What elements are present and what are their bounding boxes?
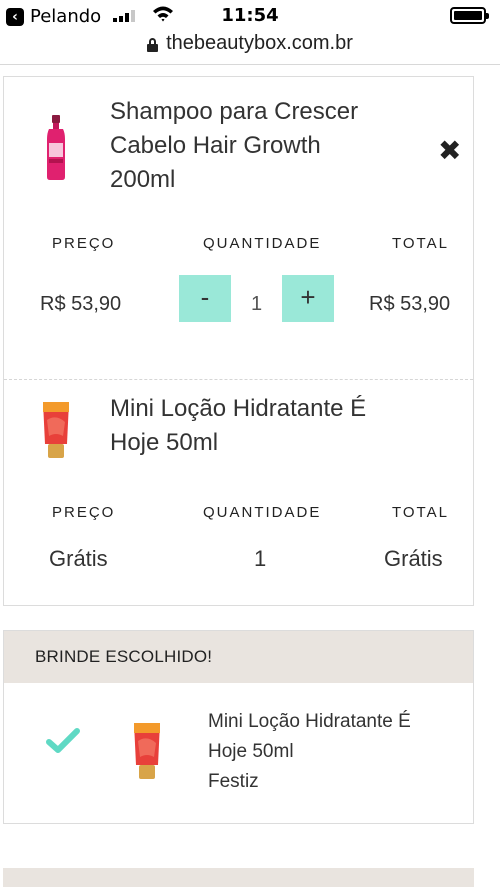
gift-product-name-line: Hoje 50ml xyxy=(208,741,294,762)
increase-quantity-button[interactable]: + xyxy=(282,275,334,322)
gift-product-brand: Festiz xyxy=(208,771,259,792)
remove-item-button[interactable]: ✖ xyxy=(438,137,461,165)
item-price: R$ 53,90 xyxy=(40,293,122,315)
quantity-value: 1 xyxy=(254,546,267,571)
gift-product-info: Mini Loção Hidratante É Hoje 50ml Festiz xyxy=(208,707,411,797)
price-header: PREÇO xyxy=(52,504,116,521)
gift-header: BRINDE ESCOLHIDO! xyxy=(4,631,473,683)
product-name[interactable]: Shampoo para Crescer Cabelo Hair Growth … xyxy=(110,95,358,197)
lock-icon xyxy=(147,37,159,52)
cart-items-card: Shampoo para Crescer Cabelo Hair Growth … xyxy=(3,76,474,606)
quantity-value[interactable]: 1 xyxy=(251,293,262,316)
url-text: thebeautybox.com.br xyxy=(166,32,353,54)
status-bar: ‹ Pelando 11:54 xyxy=(0,0,500,30)
total-header: TOTAL xyxy=(392,504,449,521)
product-name[interactable]: Mini Loção Hidratante É Hoje 50ml xyxy=(110,392,366,460)
checkmark-icon xyxy=(46,728,80,753)
gift-card: BRINDE ESCOLHIDO! Mini Loção Hidratante … xyxy=(3,630,474,824)
price-header: PREÇO xyxy=(52,235,116,252)
shampoo-bottle-image xyxy=(47,115,65,180)
cart-item: Shampoo para Crescer Cabelo Hair Growth … xyxy=(4,77,473,379)
address-bar[interactable]: thebeautybox.com.br xyxy=(0,30,500,62)
gift-product-name-line: Mini Loção Hidratante É xyxy=(208,711,411,732)
status-time: 11:54 xyxy=(221,5,279,26)
lotion-tube-image xyxy=(43,402,69,458)
toolbar-divider xyxy=(0,64,500,65)
next-section-header xyxy=(3,868,474,887)
item-price: Grátis xyxy=(49,546,108,571)
decrease-quantity-button[interactable]: - xyxy=(179,275,231,322)
cart-item: Mini Loção Hidratante É Hoje 50ml PREÇO … xyxy=(4,379,473,605)
quantity-header: QUANTIDADE xyxy=(203,235,322,252)
item-total: Grátis xyxy=(384,546,443,571)
gift-title: BRINDE ESCOLHIDO! xyxy=(35,647,213,666)
item-total: R$ 53,90 xyxy=(369,293,451,315)
quantity-header: QUANTIDADE xyxy=(203,504,322,521)
total-header: TOTAL xyxy=(392,235,449,252)
gift-lotion-image xyxy=(134,723,160,779)
battery-icon xyxy=(450,7,489,24)
